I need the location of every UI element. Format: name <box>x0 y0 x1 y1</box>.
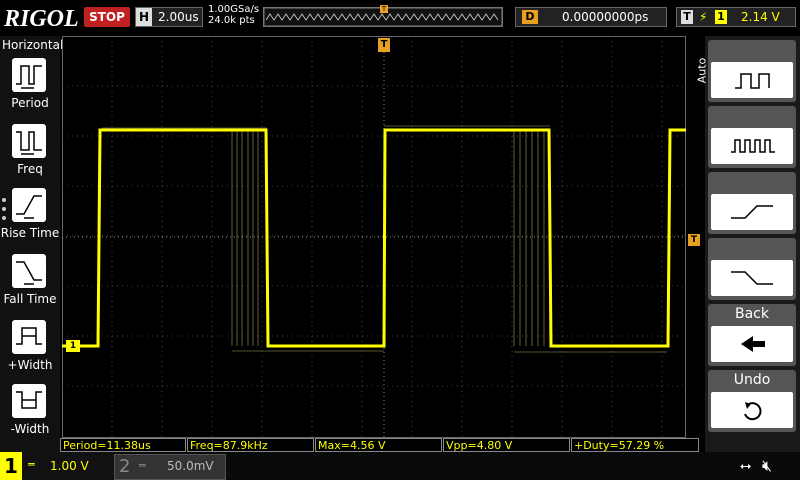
undo-icon <box>711 392 793 428</box>
measure-rise-time-button[interactable]: Rise Time <box>0 188 60 250</box>
trigger-level: 2.14 V <box>741 10 780 24</box>
rising-edge-icon <box>711 194 793 230</box>
waveform-graticule <box>62 36 686 438</box>
delay-label: D <box>522 10 538 24</box>
measure-negative-width-button[interactable]: -Width <box>0 384 60 446</box>
rise-time-icon <box>12 188 46 222</box>
trigger-position-marker-small: T <box>380 5 388 13</box>
horizontal-label: H <box>136 8 152 26</box>
channel1-scale: 1.00 V <box>50 459 89 473</box>
measure-fall-time-button[interactable]: Fall Time <box>0 254 60 316</box>
sample-rate-info: 1.00GSa/s 24.0k pts <box>208 4 259 26</box>
channel2-scale: 50.0mV <box>167 459 214 473</box>
fall-time-icon <box>12 254 46 288</box>
single-pulse-button[interactable] <box>708 40 796 102</box>
falling-edge-button[interactable] <box>708 238 796 300</box>
horizontal-measure-menu: Horizontal Period Freq Rise Time Fall Ti… <box>0 36 64 452</box>
trigger-level-marker[interactable]: T <box>688 234 700 246</box>
rising-edge-button[interactable] <box>708 172 796 234</box>
undo-button[interactable]: Undo <box>708 370 796 432</box>
measure-freq-button[interactable]: Freq <box>0 124 60 186</box>
measurement-max[interactable]: Max=4.56 V <box>315 438 442 452</box>
mode-label: Auto <box>695 57 709 84</box>
channel2-number: 2 <box>119 456 131 477</box>
menu-title: Horizontal <box>2 38 64 52</box>
waveform-type-menu: Auto Back Undo <box>695 36 800 452</box>
back-button[interactable]: Back <box>708 304 796 366</box>
memory-depth: 24.0k pts <box>208 15 255 26</box>
pulse-train-wave-icon <box>711 128 793 164</box>
trigger-label: T <box>681 10 693 24</box>
timebase-value: 2.00us <box>158 10 199 24</box>
measurement-freq[interactable]: Freq=87.9kHz <box>187 438 314 452</box>
measure-positive-width-button[interactable]: +Width <box>0 320 60 382</box>
channel1-offset-marker[interactable]: 1 <box>66 340 80 352</box>
measurement-period[interactable]: Period=11.38us <box>60 438 186 452</box>
delay-box[interactable]: D 0.00000000ps <box>515 7 667 27</box>
horizontal-timebase-box[interactable]: H 2.00us <box>135 7 203 27</box>
trigger-box[interactable]: T ⚡ 1 2.14 V <box>676 7 796 27</box>
measure-period-button[interactable]: Period <box>0 58 60 120</box>
dc-coupling-icon: ═ <box>139 459 146 472</box>
rigol-logo: RIGOL <box>4 6 79 32</box>
channel-status-bar: 1 ═ 1.00 V 2 ═ 50.0mV ⭤ 🔇︎ <box>0 452 800 480</box>
pulse-train-button[interactable] <box>708 106 796 168</box>
channel1-number: 1 <box>0 452 22 480</box>
falling-edge-icon <box>711 260 793 296</box>
measurement-duty[interactable]: +Duty=57.29 % <box>571 438 699 452</box>
measurement-vpp[interactable]: Vpp=4.80 V <box>443 438 570 452</box>
memory-position-bar[interactable]: T <box>263 5 503 27</box>
dc-coupling-icon: ═ <box>28 458 35 471</box>
trigger-channel: 1 <box>715 10 727 24</box>
delay-value: 0.00000000ps <box>562 10 649 24</box>
top-status-bar: RIGOL STOP H 2.00us 1.00GSa/s 24.0k pts … <box>0 0 800 36</box>
period-icon <box>12 58 46 92</box>
single-pulse-wave-icon <box>711 62 793 98</box>
channel1-status[interactable]: 1 ═ 1.00 V <box>0 452 114 480</box>
left-arrow-icon <box>711 326 793 362</box>
sound-muted-icon[interactable]: 🔇︎ <box>762 456 772 476</box>
usb-icon: ⭤ <box>740 458 752 474</box>
waveform-display[interactable]: T 1 <box>62 36 686 438</box>
run-stop-indicator[interactable]: STOP <box>84 7 130 27</box>
positive-width-icon <box>12 320 46 354</box>
rising-edge-trigger-icon: ⚡ <box>699 10 708 24</box>
trigger-position-marker[interactable]: T <box>378 38 390 52</box>
sample-rate: 1.00GSa/s <box>208 4 260 15</box>
frequency-icon <box>12 124 46 158</box>
channel2-status[interactable]: 2 ═ 50.0mV <box>114 454 226 480</box>
negative-width-icon <box>12 384 46 418</box>
